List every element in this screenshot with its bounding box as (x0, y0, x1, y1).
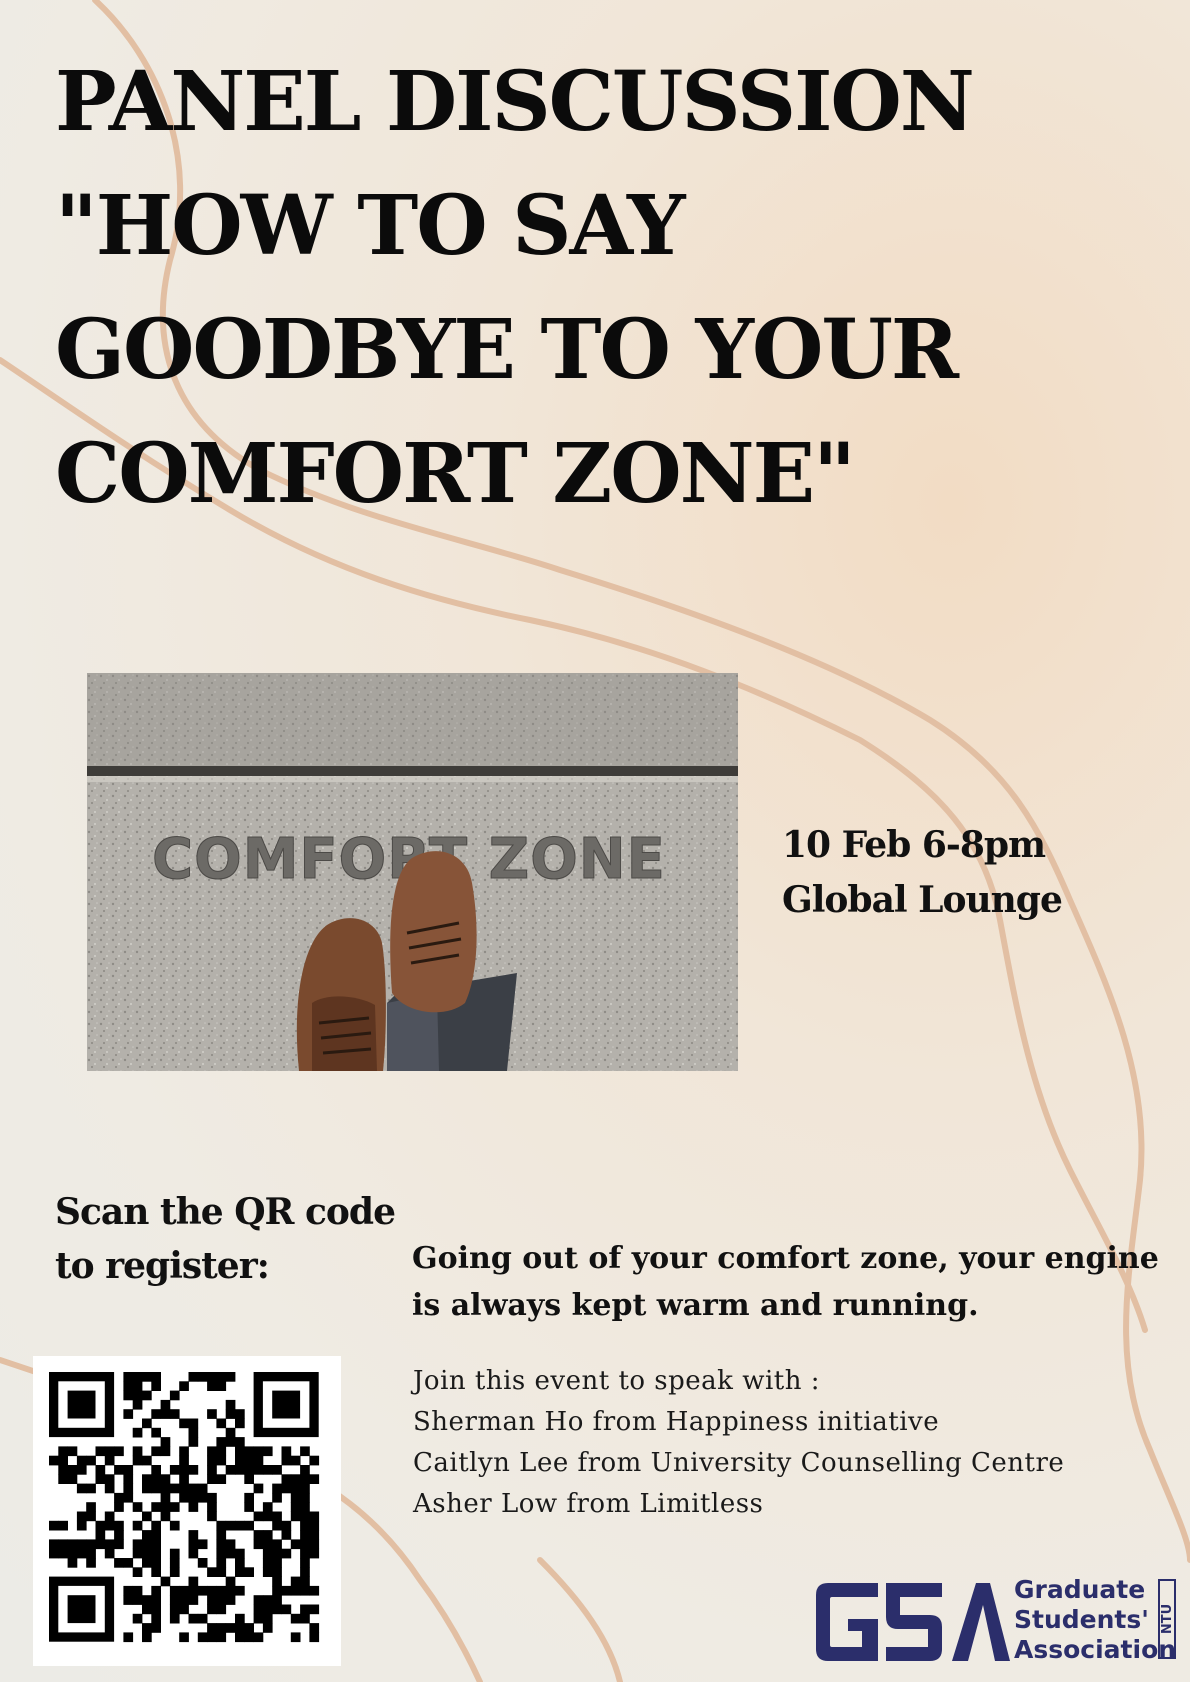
logo-line-2: Students' (1014, 1605, 1149, 1634)
event-date-time: 10 Feb 6-8pm (782, 824, 1046, 866)
title-line-1: PANEL DISCUSSION (55, 54, 975, 150)
logo-line-3: Association (1014, 1635, 1177, 1664)
gsa-logo-mark (816, 1583, 1010, 1661)
qr-code-icon[interactable] (33, 1356, 341, 1666)
logo-line-1: Graduate (1014, 1575, 1146, 1604)
tagline: Going out of your comfort zone, your eng… (412, 1235, 1187, 1329)
photo-illustration: COMFORT ZONE (87, 673, 738, 1071)
speaker-item: Asher Low from Limitless (413, 1489, 764, 1519)
ntu-label: NTU (1160, 1603, 1175, 1635)
ntu-badge: NTU (1158, 1579, 1176, 1659)
tagline-line-2: is always kept warm and running. (412, 1288, 979, 1323)
speaker-item: Caitlyn Lee from University Counselling … (413, 1448, 1065, 1478)
gsa-logo: Graduate Students' Association NTU (812, 1575, 1190, 1675)
event-venue: Global Lounge (782, 879, 1063, 921)
qr-code-graphic (49, 1372, 320, 1643)
title-line-2: "HOW TO SAY (55, 178, 686, 274)
register-line-1: Scan the QR code (55, 1191, 396, 1233)
register-instructions: Scan the QR code to register: (55, 1185, 396, 1293)
speaker-list: Join this event to speak with : Sherman … (413, 1361, 1064, 1525)
event-details: 10 Feb 6-8pm Global Lounge (782, 818, 1063, 928)
tagline-line-1: Going out of your comfort zone, your eng… (412, 1241, 1159, 1276)
event-title: PANEL DISCUSSION "HOW TO SAY GOODBYE TO … (55, 40, 1055, 536)
register-line-2: to register: (55, 1245, 270, 1287)
speaker-item: Sherman Ho from Happiness initiative (413, 1407, 940, 1437)
title-line-3: GOODBYE TO YOUR (55, 302, 959, 398)
gsa-logo-text: Graduate Students' Association (1014, 1575, 1176, 1665)
comfort-zone-photo: COMFORT ZONE (87, 673, 738, 1071)
title-line-4: COMFORT ZONE" (55, 426, 856, 522)
speakers-intro: Join this event to speak with : (413, 1366, 820, 1396)
